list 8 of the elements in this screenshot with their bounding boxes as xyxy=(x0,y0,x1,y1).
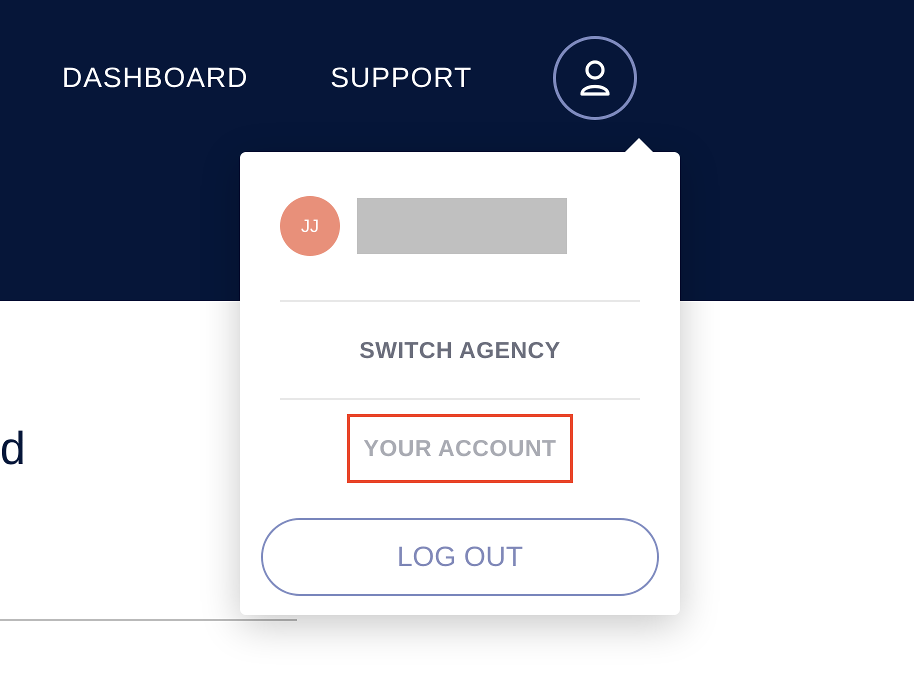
logout-button[interactable]: LOG OUT xyxy=(261,518,659,596)
user-icon xyxy=(579,60,612,96)
profile-button[interactable] xyxy=(553,36,638,120)
nav-link[interactable]: DASHBOARD xyxy=(62,62,248,94)
menu-link[interactable]: SWITCH AGENCY xyxy=(342,320,578,380)
nav-link[interactable]: SUPPORT xyxy=(330,62,472,94)
heading-text: d xyxy=(0,421,26,475)
avatar: JJ xyxy=(280,196,340,256)
